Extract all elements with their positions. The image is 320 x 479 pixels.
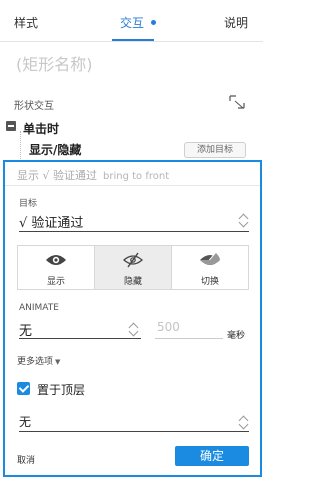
action-summary-english: bring to front: [103, 171, 170, 182]
duration-value: 500: [157, 320, 180, 334]
tree-connector: [20, 131, 21, 161]
bring-to-front-checkbox[interactable]: [17, 382, 30, 395]
action-summary-text: 显示 √ 验证通过: [17, 169, 98, 182]
expand-corner-icon[interactable]: [229, 95, 245, 109]
eye-slash-icon: [123, 252, 143, 268]
chevron-updown-icon: [239, 213, 249, 227]
animation-select[interactable]: 无: [19, 319, 141, 339]
more-options-label: 更多选项: [17, 357, 54, 367]
show-button[interactable]: 显示: [18, 246, 95, 289]
tab-style[interactable]: 样式: [14, 14, 38, 31]
cancel-button[interactable]: 取消: [17, 453, 35, 466]
tab-active-underline: [112, 39, 154, 41]
show-label: 显示: [46, 277, 65, 287]
divider: [5, 185, 260, 186]
target-select[interactable]: √ 验证通过: [19, 210, 249, 232]
section-title: 形状交互: [14, 101, 54, 112]
more-options-toggle[interactable]: 更多选项 ▼: [17, 354, 60, 367]
bring-to-front-value: 无: [19, 415, 32, 429]
bring-to-front-select[interactable]: 无: [19, 412, 249, 432]
animation-value: 无: [19, 324, 33, 339]
toggle-button[interactable]: 切换: [172, 246, 248, 289]
animate-label: ANIMATE: [19, 303, 59, 313]
shape-name-field[interactable]: (矩形名称): [16, 51, 93, 75]
tab-bar: 样式 交互 说明: [0, 0, 263, 42]
hide-label: 隐藏: [123, 277, 142, 287]
collapse-icon[interactable]: [6, 121, 16, 131]
action-label[interactable]: 显示/隐藏: [29, 141, 81, 158]
target-label: 目标: [19, 199, 38, 209]
duration-input[interactable]: 500: [155, 319, 223, 339]
target-value: √ 验证通过: [19, 216, 84, 231]
toggle-label: 切换: [200, 277, 219, 287]
duration-unit: 毫秒: [227, 331, 246, 341]
chevron-updown-icon: [129, 322, 139, 336]
chevron-updown-icon: [239, 415, 249, 429]
tab-interactions[interactable]: 交互: [120, 14, 144, 31]
action-summary: 显示 √ 验证通过 bring to front: [17, 167, 169, 183]
caret-down-icon: ▼: [55, 358, 61, 366]
eye-icon: [46, 255, 66, 265]
add-target-button[interactable]: 添加目标: [184, 142, 246, 158]
visibility-segmented-control: 显示 隐藏 切换: [17, 245, 249, 290]
tab-active-dot: [151, 20, 156, 25]
ok-button[interactable]: 确定: [175, 446, 249, 466]
event-label: 单击时: [23, 122, 60, 136]
bring-to-front-label: 置于顶层: [37, 383, 86, 397]
hide-button[interactable]: 隐藏: [95, 246, 172, 289]
eye-toggle-icon: [200, 252, 220, 268]
tab-notes[interactable]: 说明: [224, 14, 248, 31]
action-editor-panel: 显示 √ 验证通过 bring to front 目标 √ 验证通过 显示 隐藏: [3, 160, 262, 477]
